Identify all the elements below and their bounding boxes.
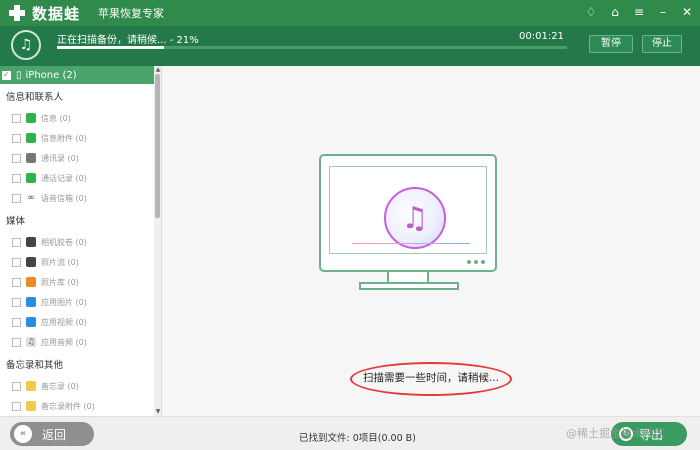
sidebar-item-app-photos[interactable]: 应用图片 (0): [0, 292, 161, 312]
sidebar-item-message-attachments[interactable]: 信息附件 (0): [0, 128, 161, 148]
monitor-dots: [467, 260, 485, 264]
device-item[interactable]: ▯ iPhone (2): [0, 66, 161, 84]
window-controls: ♢ ⌂ ≡ – ✕: [584, 4, 694, 20]
logo-icon: [8, 4, 26, 22]
item-label: 备忘录附件 (0): [41, 401, 95, 411]
section-title: 媒体: [6, 216, 26, 227]
item-label: 应用图片 (0): [41, 297, 87, 307]
item-label: 相机胶卷 (0): [41, 237, 87, 247]
checkbox[interactable]: [12, 401, 21, 411]
brand-name: 数据蛙: [32, 4, 81, 23]
section-title: 备忘录和其他: [6, 360, 64, 371]
elapsed-time: 00:01:21: [519, 31, 564, 42]
sidebar-item-photo-library[interactable]: 照片库 (0): [0, 272, 161, 292]
app-audio-icon: ♫: [26, 337, 36, 347]
item-label: 信息 (0): [41, 113, 71, 123]
item-label: 照片流 (0): [41, 257, 79, 267]
monitor-screen: ♫: [329, 166, 487, 254]
app-photo-icon: [26, 297, 36, 307]
title-bar: 数据蛙 苹果恢复专家 ♢ ⌂ ≡ – ✕: [0, 0, 700, 26]
monitor-illustration: ♫: [319, 154, 497, 272]
checkbox[interactable]: [12, 193, 21, 203]
screen-divider: [352, 243, 470, 244]
pause-button[interactable]: 暂停: [589, 35, 633, 53]
scroll-down-icon[interactable]: ▼: [154, 408, 161, 416]
checkbox[interactable]: [12, 297, 21, 307]
sidebar-scrollbar[interactable]: ▲ ▼: [154, 66, 161, 416]
progress-track: [57, 46, 567, 49]
close-icon[interactable]: ✕: [680, 4, 694, 20]
device-label: iPhone (2): [25, 69, 77, 81]
stop-button[interactable]: 停止: [642, 35, 682, 53]
notes-icon: [26, 381, 36, 391]
back-button[interactable]: « 返回: [10, 422, 94, 446]
device-checkbox[interactable]: [2, 70, 11, 80]
item-label: 信息附件 (0): [41, 133, 87, 143]
scroll-up-icon[interactable]: ▲: [154, 66, 161, 74]
notes-attachment-icon: [26, 401, 36, 411]
scan-status-text: 正在扫描备份，请稍候... - 21%: [57, 35, 199, 46]
sidebar-item-app-audio[interactable]: ♫ 应用音频 (0): [0, 332, 161, 352]
minimize-icon[interactable]: –: [656, 4, 670, 20]
checkbox[interactable]: [12, 153, 21, 163]
sidebar-item-notes[interactable]: 备忘录 (0): [0, 376, 161, 396]
phone-icon: ▯: [16, 69, 22, 81]
item-label: 通话记录 (0): [41, 173, 87, 183]
item-label: 照片库 (0): [41, 277, 79, 287]
checkbox[interactable]: [12, 257, 21, 267]
sidebar-item-messages[interactable]: 信息 (0): [0, 108, 161, 128]
camera-icon: [26, 237, 36, 247]
menu-icon[interactable]: ≡: [632, 4, 646, 20]
diamond-icon[interactable]: ♢: [584, 4, 598, 20]
item-label: 应用视频 (0): [41, 317, 87, 327]
monitor-base: [359, 282, 459, 290]
checkbox[interactable]: [12, 133, 21, 143]
voicemail-icon: ∞: [26, 193, 36, 203]
checkbox[interactable]: [12, 317, 21, 327]
watermark: @稀土掘金技术社区: [566, 427, 665, 440]
checkbox[interactable]: [12, 337, 21, 347]
shirt-icon[interactable]: ⌂: [608, 4, 622, 20]
section-title: 信息和联系人: [6, 92, 64, 103]
scan-progress-panel: ♫ 正在扫描备份，请稍候... - 21% 00:01:21 暂停 停止: [0, 26, 700, 66]
item-label: 通讯录 (0): [41, 153, 79, 163]
itunes-icon: ♫: [384, 187, 446, 249]
sidebar-item-app-videos[interactable]: 应用视频 (0): [0, 312, 161, 332]
sidebar-item-contacts[interactable]: 通讯录 (0): [0, 148, 161, 168]
photos-icon: [26, 277, 36, 287]
sidebar-item-photo-stream[interactable]: 照片流 (0): [0, 252, 161, 272]
app-title: 苹果恢复专家: [98, 7, 165, 20]
sidebar-item-call-history[interactable]: 通话记录 (0): [0, 168, 161, 188]
checkbox[interactable]: [12, 381, 21, 391]
sidebar-item-camera-roll[interactable]: 相机胶卷 (0): [0, 232, 161, 252]
sidebar-item-voicemail[interactable]: ∞ 语音信箱 (0): [0, 188, 161, 208]
item-label: 语音信箱 (0): [41, 193, 87, 203]
checkbox[interactable]: [12, 277, 21, 287]
progress-fill: [57, 46, 165, 49]
music-note-icon: ♫: [11, 30, 41, 60]
wait-message: 扫描需要一些时间，请稍候...: [362, 372, 499, 384]
item-label: 应用音频 (0): [41, 337, 87, 347]
checkbox[interactable]: [12, 173, 21, 183]
item-label: 备忘录 (0): [41, 381, 79, 391]
checkbox[interactable]: [12, 237, 21, 247]
main-panel: ♫ 扫描需要一些时间，请稍候...: [163, 66, 700, 416]
app-video-icon: [26, 317, 36, 327]
double-chevron-left-icon: «: [14, 425, 32, 443]
contacts-icon: [26, 153, 36, 163]
found-files-status: 已找到文件: 0项目(0.00 B): [299, 433, 416, 444]
photo-stream-icon: [26, 257, 36, 267]
message-icon: [26, 113, 36, 123]
scroll-thumb[interactable]: [155, 74, 160, 218]
sidebar-item-notes-attachments[interactable]: 备忘录附件 (0): [0, 396, 161, 416]
checkbox[interactable]: [12, 113, 21, 123]
category-sidebar: ▯ iPhone (2) 信息和联系人 信息 (0) 信息附件 (0) 通讯录 …: [0, 66, 162, 416]
message-attachment-icon: [26, 133, 36, 143]
back-label: 返回: [42, 427, 67, 442]
phone-icon: [26, 173, 36, 183]
